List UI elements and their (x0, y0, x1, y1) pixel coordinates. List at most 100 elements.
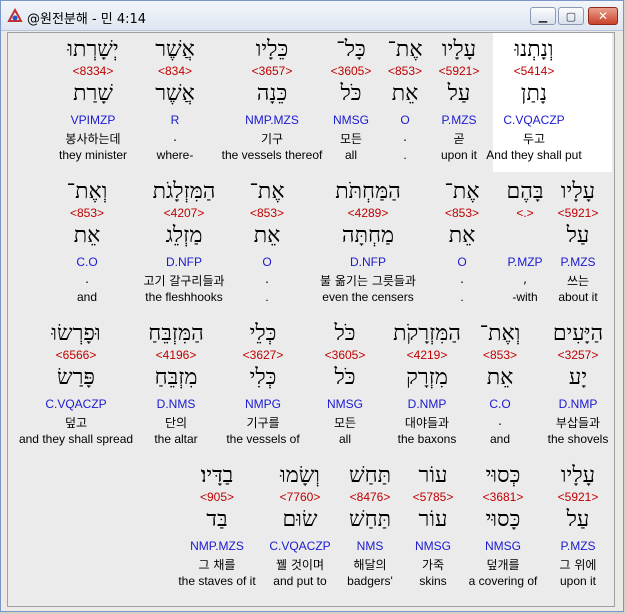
english-gloss: and they shall spread (18, 432, 134, 446)
morphology-code: D.NMP (558, 397, 598, 411)
morphology-code: D.NMP (407, 397, 447, 411)
strong-number[interactable]: <3627> (243, 348, 284, 362)
morphology-code: NMSG (415, 539, 451, 553)
english-gloss: the shovels (547, 432, 609, 446)
hebrew-word: וְאֶת־ (66, 179, 108, 204)
korean-gloss: 가죽 (421, 558, 445, 572)
hebrew-root: בַּד (206, 507, 228, 532)
english-gloss: where- (156, 148, 194, 162)
strong-number[interactable]: <853> (70, 206, 104, 220)
english-gloss: . (460, 290, 464, 304)
strong-number[interactable]: <5414> (514, 64, 555, 78)
hebrew-root: שׂוּם (282, 507, 318, 532)
english-gloss: about it (558, 290, 598, 304)
morphology-code: O (400, 113, 410, 127)
hebrew-word: הַמִּזְבֵּחַ (148, 321, 204, 346)
maximize-icon: ▢ (565, 9, 577, 23)
strong-number[interactable]: <853> (483, 348, 517, 362)
morphology-code: P.MZS (441, 113, 477, 127)
minimize-button[interactable]: ▁ (530, 7, 556, 25)
korean-gloss: 단의 (164, 416, 188, 430)
strong-number[interactable]: <3257> (558, 348, 599, 362)
morphology-code: NMP.MZS (190, 539, 244, 553)
strong-number[interactable]: <5921> (558, 490, 599, 504)
korean-gloss: . (265, 272, 269, 286)
korean-gloss: . (85, 272, 89, 286)
hebrew-word: בָּהֶם (506, 179, 544, 204)
window-title: @원전분해 - 민 4:14 (27, 12, 147, 27)
morphology-code: NMS (356, 539, 384, 553)
strong-number[interactable]: <.> (516, 206, 533, 220)
hebrew-word: הַמִּזְלָגֹת (152, 179, 216, 204)
hebrew-root: אֵת (486, 365, 514, 390)
app-logo-icon (7, 8, 23, 22)
korean-gloss: 대야들과 (404, 416, 450, 430)
strong-number[interactable]: <3657> (252, 64, 293, 78)
english-gloss: a covering of (468, 574, 538, 588)
english-gloss: the altar (154, 432, 198, 446)
english-gloss: and (76, 290, 98, 304)
hebrew-word: וּפָרְשׂוּ (51, 321, 101, 346)
strong-number[interactable]: <4196> (156, 348, 197, 362)
strong-number[interactable]: <4289> (348, 206, 389, 220)
hebrew-root: אֵת (391, 81, 419, 106)
korean-gloss: 모든 (339, 132, 363, 146)
strong-number[interactable]: <3605> (331, 64, 372, 78)
morphology-code: O (262, 255, 272, 269)
strong-number[interactable]: <5785> (413, 490, 454, 504)
strong-number[interactable]: <853> (445, 206, 479, 220)
morphology-code: NMSG (327, 397, 363, 411)
korean-gloss: 꿸 것이며 (276, 558, 324, 572)
korean-gloss: 부삽들과 (555, 416, 601, 430)
korean-gloss: . (498, 414, 502, 428)
english-gloss: badgers' (347, 574, 393, 588)
strong-number[interactable]: <6566> (56, 348, 97, 362)
verse-row: עָלָיו <5921> עַל P.MZS 쓰는 about it בָּהֶם <.> P… (8, 175, 614, 315)
interlinear-content[interactable]: וְנָתְנוּ <5414> נָתַן C.VQACZP 두고 And they s… (7, 32, 615, 607)
hebrew-root: עַל (566, 223, 590, 248)
maximize-button[interactable]: ▢ (558, 7, 584, 25)
title-bar[interactable]: @원전분해 - 민 4:14 ▁ ▢ ✕ (1, 1, 623, 31)
hebrew-root: מִזְבֵּחַ (154, 365, 198, 390)
strong-number[interactable]: <853> (388, 64, 422, 78)
strong-number[interactable]: <4207> (164, 206, 205, 220)
hebrew-word: אֶת־ (387, 37, 423, 62)
hebrew-root: מַחְתָּה (341, 223, 395, 248)
hebrew-root: תַּחַשׁ (348, 507, 392, 532)
strong-number[interactable]: <8476> (350, 490, 391, 504)
korean-gloss: 기구를 (246, 416, 280, 430)
morphology-code: C.VQACZP (503, 113, 565, 127)
korean-gloss: , (523, 272, 527, 286)
korean-gloss: 덮고 (64, 416, 88, 430)
strong-number[interactable]: <905> (200, 490, 234, 504)
hebrew-root: אֲשֶׁר (155, 81, 195, 106)
strong-number[interactable]: <834> (158, 64, 192, 78)
strong-number[interactable]: <5921> (439, 64, 480, 78)
korean-gloss: 해달의 (353, 558, 387, 572)
hebrew-root: כְּלִי (249, 365, 277, 390)
strong-number[interactable]: <3681> (483, 490, 524, 504)
morphology-code: C.O (489, 397, 511, 411)
english-gloss: all (344, 148, 358, 162)
korean-gloss: 그 위에 (559, 558, 597, 572)
strong-number[interactable]: <853> (250, 206, 284, 220)
strong-number[interactable]: <7760> (280, 490, 321, 504)
hebrew-word: עוֹר (418, 463, 448, 488)
korean-gloss: 불 옮기는 그릇들과 (320, 274, 416, 288)
english-gloss: the baxons (397, 432, 457, 446)
hebrew-word: תַּחַשׁ (348, 463, 392, 488)
close-icon: ✕ (597, 9, 609, 23)
hebrew-root: נָתַן (520, 81, 548, 106)
close-button[interactable]: ✕ (588, 7, 618, 25)
strong-number[interactable]: <4219> (407, 348, 448, 362)
strong-number[interactable]: <5921> (558, 206, 599, 220)
hebrew-root: עוֹר (418, 507, 448, 532)
strong-number[interactable]: <3605> (325, 348, 366, 362)
morphology-code: VPIMZP (70, 113, 116, 127)
korean-gloss: 그 채를 (198, 558, 236, 572)
minimize-icon: ▁ (538, 9, 548, 23)
strong-number[interactable]: <8334> (73, 64, 114, 78)
morphology-code: D.NFP (350, 255, 386, 269)
english-gloss: -with (512, 290, 538, 304)
english-gloss: the fleshhooks (145, 290, 223, 304)
